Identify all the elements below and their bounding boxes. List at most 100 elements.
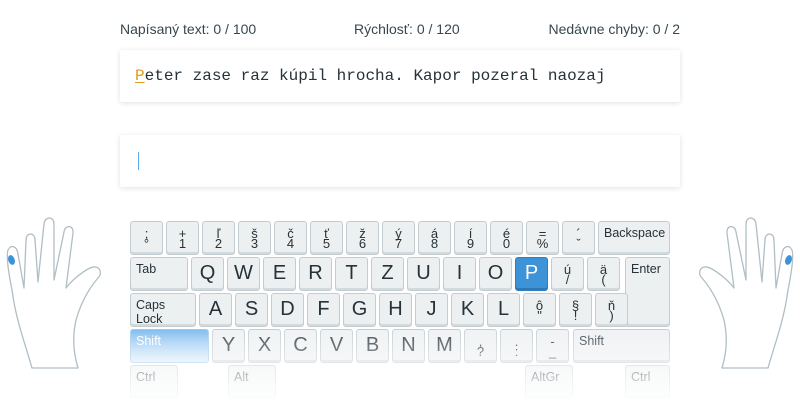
key-label: Shift <box>579 334 605 348</box>
key-label: P <box>524 262 539 285</box>
key-8[interactable]: á8 <box>418 221 451 255</box>
key-r0k12[interactable]: ´ ˇ <box>562 221 595 255</box>
key-x[interactable]: X <box>248 329 281 363</box>
key-label: S <box>244 298 259 321</box>
key-label: Q <box>199 262 216 285</box>
key-m[interactable]: M <box>428 329 461 363</box>
key-lower-label: 0 <box>502 236 511 251</box>
key-label: Backspace <box>604 226 666 240</box>
key-r2k11[interactable]: §! <box>559 293 592 327</box>
key-backspace[interactable]: Backspace <box>598 221 670 255</box>
key-u[interactable]: U <box>407 257 440 291</box>
key-lower-label: 1 <box>178 236 187 251</box>
key-7[interactable]: ý7 <box>382 221 415 255</box>
key-9[interactable]: í9 <box>454 221 487 255</box>
key-label: E <box>272 262 287 285</box>
key-label: L <box>497 298 510 321</box>
key-lower-label: ˇ <box>576 236 581 251</box>
key-r3k10[interactable]: - _ <box>536 329 569 363</box>
key-4[interactable]: č4 <box>274 221 307 255</box>
key-lower-label: 7 <box>394 236 403 251</box>
key-3[interactable]: š3 <box>238 221 271 255</box>
key-lower-label: ) <box>609 308 614 323</box>
key-r2k10[interactable]: ô " <box>523 293 556 327</box>
key-lower-label: 4 <box>286 236 295 251</box>
key-e[interactable]: E <box>263 257 296 291</box>
on-screen-keyboard: ; ° +1 ľ 2 š 3 č 4 ť 5 ž 6 ý 7 á 8 í 9 é 0 =% ´ ˇ Backspace Tab Q W… <box>0 0 800 400</box>
key-d[interactable]: D <box>271 293 304 327</box>
key-lower-label: ! <box>573 308 578 323</box>
key-label: A <box>208 298 223 321</box>
key-label: Caps Lock <box>136 298 166 326</box>
key-j[interactable]: J <box>415 293 448 327</box>
key-z[interactable]: Z <box>371 257 404 291</box>
key-label: M <box>436 334 453 357</box>
key-b[interactable]: B <box>356 329 389 363</box>
key-0[interactable]: é0 <box>490 221 523 255</box>
key-label: K <box>460 298 475 321</box>
key-r0k11[interactable]: =% <box>526 221 559 255</box>
key-n[interactable]: N <box>392 329 425 363</box>
key-1[interactable]: +1 <box>166 221 199 255</box>
key-label: J <box>426 298 437 321</box>
key-w[interactable]: W <box>227 257 260 291</box>
key-v[interactable]: V <box>320 329 353 363</box>
key-h[interactable]: H <box>379 293 412 327</box>
key-label: B <box>365 334 380 357</box>
key-5[interactable]: ť5 <box>310 221 343 255</box>
key-label: U <box>416 262 431 285</box>
key-r[interactable]: R <box>299 257 332 291</box>
key-o[interactable]: O <box>479 257 512 291</box>
key-tab[interactable]: Tab <box>130 257 188 291</box>
key-label: AltGr <box>531 370 560 384</box>
key-ctrl[interactable]: Ctrl <box>625 365 670 399</box>
key-lower-label: 9 <box>466 236 475 251</box>
key-r3k9[interactable]: .: <box>500 329 533 363</box>
key-6[interactable]: ž6 <box>346 221 379 255</box>
key-label: T <box>345 262 358 285</box>
key-k[interactable]: K <box>451 293 484 327</box>
key-r3k8[interactable]: ,? <box>464 329 497 363</box>
key-label: G <box>351 298 368 321</box>
key-r0k0[interactable]: ; ° <box>130 221 163 255</box>
key-shift[interactable]: Shift <box>573 329 670 363</box>
key-r1k11[interactable]: ú / <box>551 257 584 291</box>
key-label: O <box>487 262 504 285</box>
key-t[interactable]: T <box>335 257 368 291</box>
key-c[interactable]: C <box>284 329 317 363</box>
key-altgr[interactable]: AltGr <box>525 365 573 399</box>
key-label: V <box>329 334 344 357</box>
key-f[interactable]: F <box>307 293 340 327</box>
key-label: Alt <box>234 370 249 384</box>
key-enter[interactable]: Enter <box>625 257 670 327</box>
key-lower-label: 3 <box>250 236 259 251</box>
right-hand-illustration <box>698 217 794 369</box>
key-caps-lock[interactable]: Caps Lock <box>130 293 196 327</box>
key-lower-label: : <box>514 344 519 359</box>
key-p[interactable]: P <box>515 257 548 291</box>
key-2[interactable]: ľ2 <box>202 221 235 255</box>
key-s[interactable]: S <box>235 293 268 327</box>
key-shift[interactable]: Shift <box>130 329 209 363</box>
key-lower-label: _ <box>548 344 557 359</box>
key-lower-label: ° <box>143 236 150 251</box>
key-label: C <box>293 334 308 357</box>
key-r2k12[interactable]: ň) <box>595 293 628 327</box>
key-lower-label: 2 <box>214 236 223 251</box>
key-i[interactable]: I <box>443 257 476 291</box>
key-lower-label: 8 <box>430 236 439 251</box>
key-a[interactable]: A <box>199 293 232 327</box>
key-lower-label: % <box>536 236 549 251</box>
key-label: H <box>388 298 403 321</box>
key-lower-label: 6 <box>358 236 367 251</box>
key-ctrl[interactable]: Ctrl <box>130 365 178 399</box>
key-r1k12[interactable]: ä( <box>587 257 620 291</box>
key-l[interactable]: L <box>487 293 520 327</box>
key-label: F <box>317 298 330 321</box>
key-q[interactable]: Q <box>191 257 224 291</box>
key-lower-label: 5 <box>322 236 331 251</box>
key-label: X <box>257 334 272 357</box>
key-alt[interactable]: Alt <box>228 365 276 399</box>
key-y[interactable]: Y <box>212 329 245 363</box>
key-g[interactable]: G <box>343 293 376 327</box>
